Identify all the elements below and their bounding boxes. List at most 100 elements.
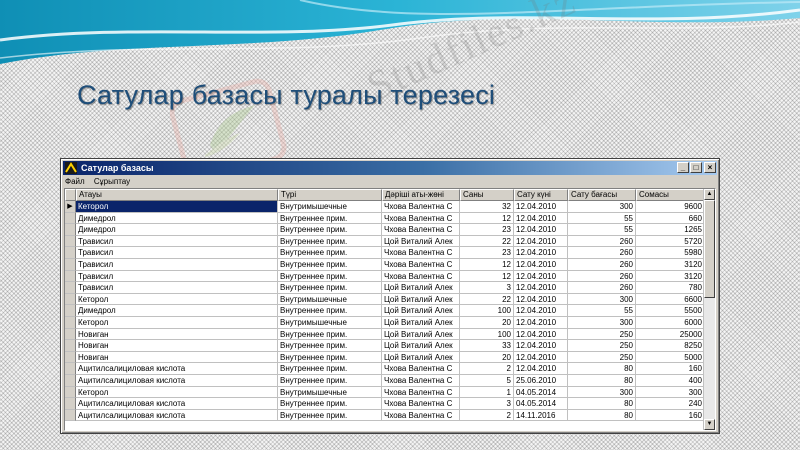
table-cell[interactable]: Трависил — [76, 247, 278, 259]
table-row[interactable]: Ацитилсалициловая кислота Внутреннее прим… — [65, 375, 705, 387]
table-cell[interactable]: Цой Виталий Алек — [382, 293, 460, 306]
table-cell[interactable]: 250 — [568, 351, 636, 364]
table-cell[interactable]: 100 — [460, 305, 514, 317]
menu-sort[interactable]: Сұрыптау — [94, 176, 130, 187]
table-cell[interactable]: 160 — [636, 363, 705, 375]
table-cell[interactable]: 12.04.2010 — [514, 247, 568, 259]
row-indicator[interactable] — [65, 224, 76, 236]
table-cell[interactable]: 300 — [568, 317, 636, 329]
table-cell[interactable]: Внутреннее прим. — [278, 351, 382, 364]
table-cell[interactable]: 6000 — [636, 317, 705, 329]
table-cell[interactable]: 12.04.2010 — [514, 328, 568, 341]
table-row[interactable]: Новиган Внутреннее прим. Цой Виталий Алек 2… — [65, 351, 705, 364]
row-indicator[interactable] — [65, 259, 76, 271]
table-cell[interactable]: 5 — [460, 375, 514, 387]
table-cell[interactable]: 100 — [460, 328, 514, 341]
window-titlebar[interactable]: Сатулар базасы _ □ × — [63, 161, 717, 175]
table-cell[interactable]: 12.04.2010 — [514, 259, 568, 271]
table-cell[interactable]: 260 — [568, 235, 636, 248]
table-cell[interactable]: 1 — [460, 386, 514, 399]
scroll-down-button[interactable]: ▼ — [704, 419, 715, 430]
table-cell[interactable]: Трависил — [76, 259, 278, 271]
table-cell[interactable]: Цой Виталий Алек — [382, 235, 460, 248]
table-cell[interactable]: Внутреннее прим. — [278, 363, 382, 375]
table-cell[interactable]: 12.04.2010 — [514, 201, 568, 213]
table-cell[interactable]: 14.11.2016 — [514, 409, 568, 422]
table-cell[interactable]: 20 — [460, 351, 514, 364]
table-cell[interactable]: Внутреннее прим. — [278, 247, 382, 259]
table-cell[interactable]: 80 — [568, 398, 636, 410]
table-cell[interactable]: Цой Виталий Алек — [382, 328, 460, 341]
table-cell[interactable]: 55 — [568, 212, 636, 225]
table-cell[interactable]: 32 — [460, 201, 514, 213]
table-cell[interactable]: 04.05.2014 — [514, 398, 568, 410]
table-cell[interactable]: Цой Виталий Алек — [382, 305, 460, 317]
table-cell[interactable]: Кеторол — [76, 386, 278, 399]
table-cell[interactable]: Трависил — [76, 235, 278, 248]
table-cell[interactable]: Внутреннее прим. — [278, 270, 382, 283]
row-indicator[interactable] — [65, 351, 76, 364]
table-cell[interactable]: 12 — [460, 270, 514, 283]
table-cell[interactable]: Чхова Валентна С — [382, 212, 460, 225]
column-header-type[interactable]: Түрі — [278, 189, 382, 201]
table-cell[interactable]: 260 — [568, 259, 636, 271]
table-cell[interactable]: 12.04.2010 — [514, 293, 568, 306]
table-cell[interactable]: 25000 — [636, 328, 705, 341]
table-cell[interactable]: Новиган — [76, 340, 278, 352]
table-cell[interactable]: Внутреннее прим. — [278, 328, 382, 341]
table-cell[interactable]: 9600 — [636, 201, 705, 213]
table-cell[interactable]: 33 — [460, 340, 514, 352]
row-indicator[interactable] — [65, 386, 76, 399]
column-header-doctor[interactable]: Дәріші аты-жөні — [382, 189, 460, 201]
table-cell[interactable]: Ацитилсалициловая кислота — [76, 409, 278, 422]
row-indicator[interactable] — [65, 398, 76, 410]
table-row[interactable]: Кеторол Внутримышечные Цой Виталий Алек 20 1… — [65, 317, 705, 329]
table-cell[interactable]: Внутреннее прим. — [278, 409, 382, 422]
table-cell[interactable]: 660 — [636, 212, 705, 225]
table-cell[interactable]: 12.04.2010 — [514, 351, 568, 364]
table-cell[interactable]: 04.05.2014 — [514, 386, 568, 399]
table-cell[interactable]: 12.04.2010 — [514, 317, 568, 329]
maximize-button[interactable]: □ — [690, 162, 702, 173]
minimize-button[interactable]: _ — [677, 162, 689, 173]
table-cell[interactable]: Чхова Валентна С — [382, 259, 460, 271]
table-row[interactable]: Новиган Внутреннее прим. Цой Виталий Алек 3… — [65, 340, 705, 352]
table-row[interactable]: Кеторол Внутримышечные Чхова Валентна С 1 04… — [65, 386, 705, 399]
table-cell[interactable]: Чхова Валентна С — [382, 398, 460, 410]
table-cell[interactable]: 5720 — [636, 235, 705, 248]
table-cell[interactable]: Чхова Валентна С — [382, 224, 460, 236]
row-indicator[interactable] — [65, 212, 76, 225]
table-cell[interactable]: Кеторол — [76, 293, 278, 306]
table-cell[interactable]: 25.06.2010 — [514, 375, 568, 387]
table-row[interactable]: Димедрол Внутреннее прим. Чхова Валентна С… — [65, 224, 705, 236]
table-cell[interactable]: 12.04.2010 — [514, 212, 568, 225]
table-cell[interactable]: 300 — [636, 386, 705, 399]
row-indicator[interactable] — [65, 247, 76, 259]
table-cell[interactable]: Чхова Валентна С — [382, 270, 460, 283]
table-cell[interactable]: Димедрол — [76, 305, 278, 317]
table-cell[interactable]: Внутримышечные — [278, 201, 382, 213]
row-indicator[interactable] — [65, 340, 76, 352]
column-header-price[interactable]: Сату бағасы — [568, 189, 636, 201]
table-cell[interactable]: 12 — [460, 259, 514, 271]
column-header-date[interactable]: Сату күні — [514, 189, 568, 201]
table-cell[interactable]: 1265 — [636, 224, 705, 236]
table-cell[interactable]: 300 — [568, 293, 636, 306]
table-cell[interactable]: Цой Виталий Алек — [382, 340, 460, 352]
table-cell[interactable]: 55 — [568, 224, 636, 236]
table-cell[interactable]: Чхова Валентна С — [382, 201, 460, 213]
row-indicator[interactable] — [65, 270, 76, 283]
table-row[interactable]: Ацитилсалициловая кислота Внутреннее прим… — [65, 398, 705, 410]
table-row[interactable]: Димедрол Внутреннее прим. Чхова Валентна С… — [65, 212, 705, 225]
table-row[interactable]: Трависил Внутреннее прим. Цой Виталий Алек… — [65, 282, 705, 294]
table-cell[interactable]: Кеторол — [76, 317, 278, 329]
table-cell[interactable]: 22 — [460, 293, 514, 306]
row-indicator[interactable] — [65, 305, 76, 317]
row-indicator[interactable] — [65, 282, 76, 294]
row-indicator[interactable] — [65, 375, 76, 387]
table-cell[interactable]: 80 — [568, 363, 636, 375]
table-row[interactable]: Кеторол Внутримышечные Цой Виталий Алек 22 1… — [65, 293, 705, 306]
table-cell[interactable]: 250 — [568, 340, 636, 352]
table-cell[interactable]: Внутреннее прим. — [278, 282, 382, 294]
column-header-name[interactable]: Атауы — [76, 189, 278, 201]
